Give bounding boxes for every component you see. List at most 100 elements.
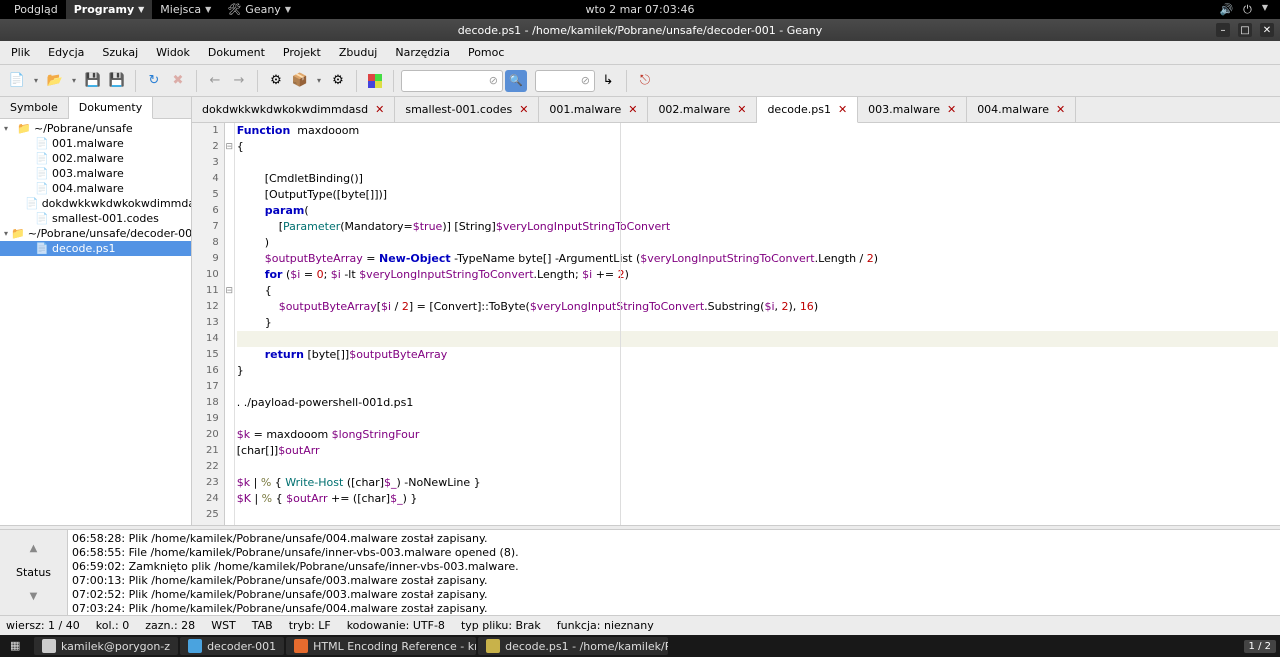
tree-item[interactable]: 📄decode.ps1 bbox=[0, 241, 191, 256]
color-picker-button[interactable] bbox=[364, 70, 386, 92]
close-icon[interactable]: ✕ bbox=[838, 103, 847, 116]
tree-item[interactable]: 📄002.malware bbox=[0, 151, 191, 166]
menu-zbuduj[interactable]: Zbuduj bbox=[330, 43, 387, 62]
app-icon bbox=[188, 639, 202, 653]
tree-item-label: decode.ps1 bbox=[52, 242, 116, 255]
goto-button[interactable]: ↳ bbox=[597, 70, 619, 92]
document-tab[interactable]: 001.malware✕ bbox=[539, 97, 648, 122]
document-tab[interactable]: 004.malware✕ bbox=[967, 97, 1076, 122]
search-field[interactable]: ⊘ bbox=[401, 70, 503, 92]
menu-narzędzia[interactable]: Narzędzia bbox=[386, 43, 459, 62]
chevron-down-icon[interactable]: ▼ bbox=[1262, 3, 1268, 17]
new-file-button[interactable]: 📄 bbox=[6, 70, 28, 92]
panel-clock[interactable]: wto 2 mar 07:03:46 bbox=[586, 3, 695, 16]
status-ftype: typ pliku: Brak bbox=[461, 619, 541, 632]
taskbar-item[interactable]: decoder-001 bbox=[180, 637, 284, 655]
taskbar-item[interactable]: decode.ps1 - /home/kamilek/Pobr… bbox=[478, 637, 668, 655]
document-tab-label: decode.ps1 bbox=[767, 103, 831, 116]
search-icon: 🔍 bbox=[509, 74, 523, 87]
close-icon[interactable]: ✕ bbox=[737, 103, 746, 116]
goto-line-field[interactable]: ⊘ bbox=[535, 70, 595, 92]
geany-icon: 🛠 bbox=[227, 3, 241, 16]
panel-podglad[interactable]: Podgląd bbox=[6, 0, 66, 19]
minimize-button[interactable]: – bbox=[1216, 23, 1230, 37]
close-icon[interactable]: ✕ bbox=[375, 103, 384, 116]
menu-szukaj[interactable]: Szukaj bbox=[93, 43, 147, 62]
document-tab[interactable]: smallest-001.codes✕ bbox=[395, 97, 539, 122]
save-file-button[interactable]: 💾 bbox=[82, 70, 104, 92]
menu-pomoc[interactable]: Pomoc bbox=[459, 43, 513, 62]
tree-item-label: dokdwkkwkdwkokwdimmdasd bbox=[42, 197, 191, 210]
build-button[interactable]: 📦 bbox=[289, 70, 311, 92]
volume-icon[interactable]: 🔊 bbox=[1219, 3, 1233, 17]
maximize-button[interactable]: □ bbox=[1238, 23, 1252, 37]
msg-tab-down[interactable]: ▼ bbox=[30, 591, 38, 602]
expand-toggle-icon[interactable]: ▾ bbox=[4, 229, 8, 238]
sidebar-tab-dokumenty[interactable]: Dokumenty bbox=[69, 97, 153, 119]
tree-item[interactable]: ▾📁~/Pobrane/unsafe/decoder-001 bbox=[0, 226, 191, 241]
document-tab[interactable]: 002.malware✕ bbox=[648, 97, 757, 122]
build-menu[interactable]: ▾ bbox=[313, 70, 325, 92]
tree-item[interactable]: 📄001.malware bbox=[0, 136, 191, 151]
close-icon[interactable]: ✕ bbox=[519, 103, 528, 116]
menu-widok[interactable]: Widok bbox=[147, 43, 199, 62]
open-file-menu[interactable]: ▾ bbox=[68, 70, 80, 92]
power-icon[interactable]: ⏻ bbox=[1243, 3, 1252, 17]
close-icon[interactable]: ✕ bbox=[947, 103, 956, 116]
taskbar-item[interactable]: kamilek@porygon-z bbox=[34, 637, 178, 655]
log-line: 07:00:13: Plik /home/kamilek/Pobrane/uns… bbox=[72, 574, 1276, 588]
panel-miejsca[interactable]: Miejsca ▼ bbox=[152, 0, 219, 19]
tree-item[interactable]: 📄004.malware bbox=[0, 181, 191, 196]
search-button[interactable]: 🔍 bbox=[505, 70, 527, 92]
tree-item[interactable]: 📄dokdwkkwkdwkokwdimmdasd bbox=[0, 196, 191, 211]
taskbar-item[interactable]: HTML Encoding Reference - krypt… bbox=[286, 637, 476, 655]
status-func: funkcja: nieznany bbox=[557, 619, 654, 632]
compile-button[interactable]: ⚙ bbox=[265, 70, 287, 92]
workspace-indicator[interactable]: 1 / 2 bbox=[1244, 640, 1276, 653]
document-tab[interactable]: dokdwkkwkdwkokwdimmdasd ✕ bbox=[192, 97, 395, 122]
msg-tab-status[interactable]: Status bbox=[12, 554, 55, 591]
menu-plik[interactable]: Plik bbox=[2, 43, 39, 62]
clear-icon[interactable]: ⊘ bbox=[489, 74, 498, 87]
clear-icon[interactable]: ⊘ bbox=[581, 74, 590, 87]
taskbar-item-label: decode.ps1 - /home/kamilek/Pobr… bbox=[505, 640, 668, 653]
file-icon: 📄 bbox=[35, 168, 49, 180]
document-tab[interactable]: 003.malware✕ bbox=[858, 97, 967, 122]
code-editor[interactable]: 1234567891011121314151617181920212223242… bbox=[192, 123, 1280, 525]
menu-projekt[interactable]: Projekt bbox=[274, 43, 330, 62]
tree-item[interactable]: ▾📁~/Pobrane/unsafe bbox=[0, 121, 191, 136]
menu-dokument[interactable]: Dokument bbox=[199, 43, 274, 62]
file-icon: 📄 bbox=[25, 198, 39, 210]
close-icon[interactable]: ✕ bbox=[628, 103, 637, 116]
tree-item[interactable]: 📄003.malware bbox=[0, 166, 191, 181]
toolbar: 📄 ▾ 📂 ▾ 💾 💾 ↻ ✖ ← → ⚙ 📦 ▾ ⚙ ⊘ 🔍 ⊘ ↳ ⎋ bbox=[0, 65, 1280, 97]
document-tab[interactable]: decode.ps1 ✕ bbox=[757, 97, 858, 123]
quit-button[interactable]: ⎋ bbox=[634, 70, 656, 92]
close-button[interactable]: ✕ bbox=[1260, 23, 1274, 37]
taskbar-item-label: decoder-001 bbox=[207, 640, 276, 653]
status-enc: kodowanie: UTF-8 bbox=[347, 619, 445, 632]
tree-item-label: smallest-001.codes bbox=[52, 212, 159, 225]
expand-toggle-icon[interactable]: ▾ bbox=[4, 124, 14, 133]
close-icon[interactable]: ✕ bbox=[1056, 103, 1065, 116]
message-log[interactable]: 06:58:28: Plik /home/kamilek/Pobrane/uns… bbox=[68, 530, 1280, 615]
new-file-menu[interactable]: ▾ bbox=[30, 70, 42, 92]
tree-item-label: 001.malware bbox=[52, 137, 124, 150]
run-button[interactable]: ⚙ bbox=[327, 70, 349, 92]
fold-column[interactable]: ⊟⊟ bbox=[225, 123, 235, 525]
save-all-button[interactable]: 💾 bbox=[106, 70, 128, 92]
app-icon bbox=[486, 639, 500, 653]
document-tab-label: dokdwkkwkdwkokwdimmdasd bbox=[202, 103, 368, 116]
msg-tab-up[interactable]: ▲ bbox=[30, 543, 38, 554]
sidebar-tab-symbole[interactable]: Symbole bbox=[0, 97, 69, 118]
menu-edycja[interactable]: Edycja bbox=[39, 43, 93, 62]
reload-button[interactable]: ↻ bbox=[143, 70, 165, 92]
tree-item[interactable]: 📄smallest-001.codes bbox=[0, 211, 191, 226]
show-desktop-button[interactable]: ▦ bbox=[2, 637, 32, 655]
open-file-button[interactable]: 📂 bbox=[44, 70, 66, 92]
document-tree: ▾📁~/Pobrane/unsafe📄001.malware📄002.malwa… bbox=[0, 119, 191, 525]
code-content[interactable]: Function maxdooom{ [CmdletBinding()] [Ou… bbox=[235, 123, 1280, 525]
panel-programy[interactable]: Programy ▼ bbox=[66, 0, 153, 19]
panel-app-indicator[interactable]: 🛠 Geany ▼ bbox=[219, 0, 299, 19]
log-line: 06:59:02: Zamknięto plik /home/kamilek/P… bbox=[72, 560, 1276, 574]
